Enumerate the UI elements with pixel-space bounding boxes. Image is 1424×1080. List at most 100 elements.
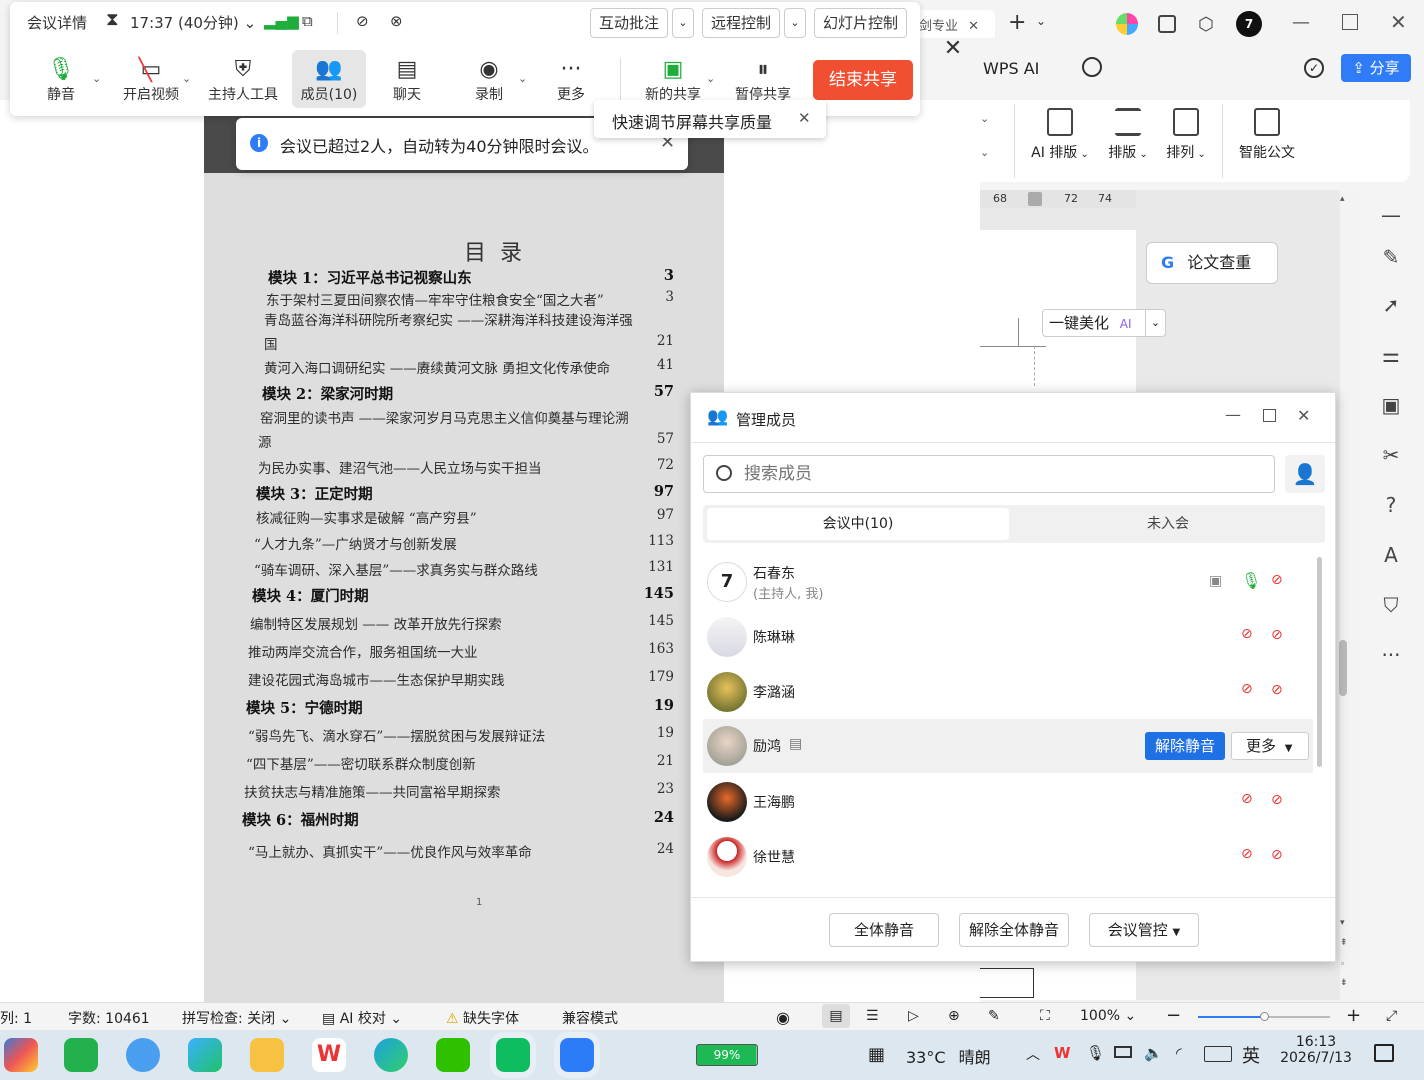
close-icon[interactable]: ✕	[798, 109, 811, 127]
chevron-down-icon[interactable]: ⌄	[182, 72, 191, 85]
sliders-icon[interactable]: ⚌	[1378, 342, 1404, 368]
zoom-in-icon[interactable]: +	[1346, 1005, 1361, 1026]
copilot-icon[interactable]	[126, 1038, 160, 1072]
chevron-up-icon[interactable]: ︿	[1026, 1044, 1040, 1064]
mic-off-icon[interactable]: ⊘	[1241, 681, 1253, 697]
outline-view-icon[interactable]: ☰	[866, 1008, 879, 1024]
chevron-down-icon[interactable]: ⌄	[92, 72, 101, 85]
collapse-icon[interactable]: —	[1378, 202, 1404, 228]
app-green-icon[interactable]	[64, 1038, 98, 1072]
translate-icon[interactable]: A	[1378, 542, 1404, 568]
page-view-icon[interactable]: ▤	[822, 1004, 850, 1028]
zoom-slider-handle[interactable]	[1260, 1012, 1269, 1021]
beautify-button[interactable]: 一键美化 AI ⌄	[1042, 309, 1166, 337]
invite-user-icon[interactable]: 👤	[1285, 455, 1325, 493]
chevron-down-icon[interactable]: ⌄	[706, 72, 715, 85]
chat-button[interactable]: ▤ 聊天	[370, 50, 444, 108]
meeting-timer[interactable]: 17:37 (40分钟) ⌄	[130, 12, 256, 33]
no-annotate-icon[interactable]: ⊘	[356, 12, 369, 30]
microphone-icon[interactable]: 🎙	[1086, 1044, 1105, 1062]
wps-tray-icon[interactable]: W	[1054, 1044, 1071, 1062]
camera-off-icon[interactable]: ⊘	[1271, 847, 1283, 863]
shirt-icon[interactable]: ⛉	[1378, 592, 1404, 618]
member-row[interactable]: 王海鹏 ⊘ ⊘	[703, 775, 1313, 829]
thesis-check-button[interactable]: G 论文查重	[1146, 242, 1278, 284]
camera-off-icon[interactable]: ⊘	[1271, 627, 1283, 643]
image-edit-icon[interactable]: ▣	[1378, 392, 1404, 418]
zoom-select[interactable]: 100% ⌄	[1080, 1008, 1136, 1024]
member-row[interactable]: 陈琳琳 ⊘ ⊘	[703, 610, 1313, 664]
mute-button[interactable]: 🎙 静音	[24, 50, 98, 108]
speaker-icon[interactable]: 🔈	[1144, 1044, 1163, 1062]
host-tools-button[interactable]: ⛨ 主持人工具	[206, 50, 280, 108]
hide-eye-icon[interactable]: ⊗	[390, 12, 403, 30]
fullscreen-icon[interactable]: ⤢	[1386, 1008, 1397, 1024]
chevron-down-icon[interactable]: ⌄	[980, 112, 989, 125]
scrollbar-thumb[interactable]	[1317, 557, 1322, 767]
battery-indicator[interactable]: 99%	[696, 1044, 758, 1066]
user-avatar[interactable]: 7	[1236, 11, 1262, 37]
mic-off-icon[interactable]: ⊘	[1241, 791, 1253, 807]
unmute-button[interactable]: 解除静音	[1145, 732, 1225, 760]
minimize-icon[interactable]: —	[1225, 405, 1241, 424]
share-button[interactable]: ⇪ 分享	[1341, 54, 1411, 82]
more-icon[interactable]: ···	[1378, 642, 1404, 668]
search-input[interactable]	[703, 455, 1275, 493]
camera-off-icon[interactable]: ⊘	[1271, 572, 1283, 588]
edge-icon[interactable]	[374, 1038, 408, 1072]
minimize-icon[interactable]: —	[1292, 12, 1310, 33]
restore-icon[interactable]	[1342, 14, 1358, 30]
start-video-button[interactable]: ▭ ╲ 开启视频	[114, 50, 188, 108]
meeting-control-dropdown[interactable]: 会议管控 ▼	[1089, 913, 1199, 947]
more-dropdown[interactable]: 更多 ▼	[1231, 732, 1309, 760]
ime-indicator[interactable]: 英	[1242, 1042, 1260, 1068]
web-view-icon[interactable]: ⊕	[948, 1008, 960, 1024]
end-share-button[interactable]: 结束共享	[813, 60, 913, 100]
play-icon[interactable]: ▷	[908, 1008, 919, 1024]
tencent-meeting-icon[interactable]	[554, 1032, 600, 1078]
chevron-down-icon[interactable]: ⌄	[784, 8, 806, 38]
zoom-slider[interactable]	[1198, 1012, 1330, 1021]
windows-icon[interactable]	[1158, 15, 1176, 33]
signal-icon[interactable]: ▂▄▆	[264, 12, 299, 30]
member-row[interactable]: 励鸿 ▤ 解除静音 更多 ▼	[703, 719, 1313, 773]
microphone-icon[interactable]: 🎙	[1241, 571, 1261, 590]
zoom-out-icon[interactable]: −	[1166, 1005, 1181, 1026]
scroll-down-icon[interactable]: ▾	[1340, 918, 1345, 928]
annotate-pen-icon[interactable]: ✎	[988, 1008, 1000, 1024]
file-explorer-icon[interactable]	[250, 1038, 284, 1072]
edge-ai-icon[interactable]	[188, 1038, 222, 1072]
arrange-tool[interactable]: 排列 ⌄	[1158, 108, 1214, 162]
wps-ai-tab[interactable]: WPS AI	[983, 59, 1039, 78]
annotate-button[interactable]: 互动批注	[590, 8, 669, 38]
m365-icon[interactable]	[4, 1038, 38, 1072]
record-button[interactable]: ◉ 录制	[452, 50, 526, 108]
mic-off-icon[interactable]: ⊘	[1241, 846, 1253, 862]
vertical-scrollbar[interactable]: ▴ ▾ ⇞ ◦ ⇟	[1338, 190, 1350, 1000]
cloud-sync-icon[interactable]: ✓	[1304, 58, 1324, 78]
next-page-icon[interactable]: ⇟	[1340, 978, 1348, 988]
select-browse-icon[interactable]: ◦	[1340, 960, 1345, 970]
remote-control-button[interactable]: 远程控制	[702, 8, 781, 38]
battery-tray-icon[interactable]	[1114, 1046, 1132, 1058]
tip-text[interactable]: 快速调节屏幕共享质量	[612, 109, 772, 133]
fit-screen-icon[interactable]: ⛶	[1040, 1008, 1050, 1024]
wps-doc-tab[interactable]: 剑专业 ✕	[915, 10, 995, 38]
maximize-icon[interactable]	[1263, 409, 1276, 422]
unmute-all-button[interactable]: 解除全体静音	[959, 913, 1069, 947]
chevron-down-icon[interactable]: ⌄	[672, 8, 694, 38]
close-icon[interactable]: ✕	[930, 36, 976, 66]
weather-widget[interactable]: 33°C 晴朗	[906, 1044, 991, 1068]
search-icon[interactable]	[1082, 57, 1102, 77]
chevron-down-icon[interactable]: ⌄	[1145, 310, 1165, 336]
status-word-count[interactable]: 字数: 10461	[68, 1008, 150, 1028]
notification-icon[interactable]	[1374, 1044, 1394, 1062]
status-missing-font[interactable]: ⚠ 缺失字体	[446, 1008, 519, 1028]
slide-control-button[interactable]: 幻灯片控制	[814, 8, 908, 38]
chat-app-icon[interactable]	[490, 1032, 536, 1078]
wifi-icon[interactable]: ◜	[1176, 1044, 1182, 1062]
smart-doc-tool[interactable]: 智能公文	[1232, 108, 1302, 162]
close-icon[interactable]: ✕	[1297, 406, 1310, 425]
mic-off-icon[interactable]: ⊘	[1241, 626, 1253, 642]
eye-icon[interactable]: ◉	[776, 1008, 790, 1027]
